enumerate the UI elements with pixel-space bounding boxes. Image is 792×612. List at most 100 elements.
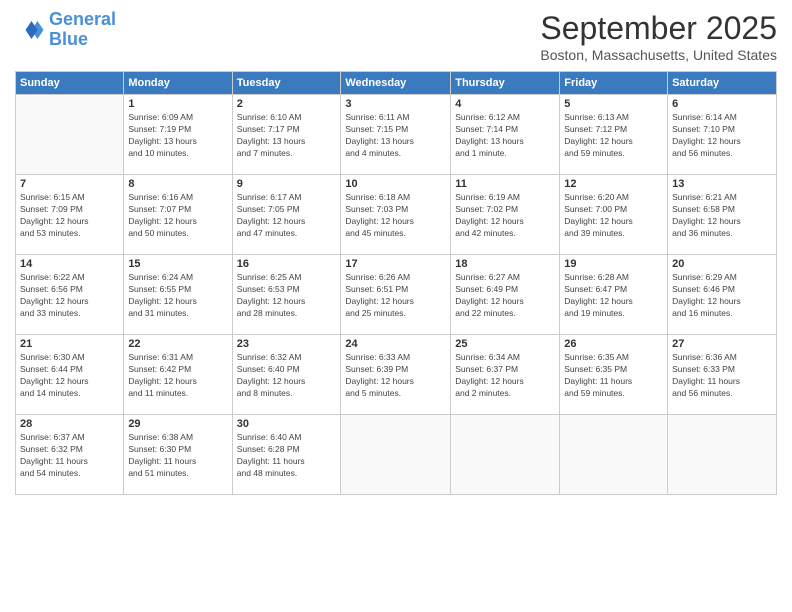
day-detail: Sunrise: 6:33 AM Sunset: 6:39 PM Dayligh… (345, 352, 446, 400)
day-number: 12 (564, 178, 663, 190)
day-detail: Sunrise: 6:12 AM Sunset: 7:14 PM Dayligh… (455, 112, 555, 160)
day-number: 5 (564, 98, 663, 110)
title-block: September 2025 Boston, Massachusetts, Un… (540, 10, 777, 63)
day-cell: 14 Sunrise: 6:22 AM Sunset: 6:56 PM Dayli… (16, 255, 124, 335)
day-detail: Sunrise: 6:17 AM Sunset: 7:05 PM Dayligh… (237, 192, 337, 240)
day-cell (668, 415, 777, 495)
day-number: 6 (672, 98, 772, 110)
day-detail: Sunrise: 6:11 AM Sunset: 7:15 PM Dayligh… (345, 112, 446, 160)
week-row-3: 14 Sunrise: 6:22 AM Sunset: 6:56 PM Dayli… (16, 255, 777, 335)
day-detail: Sunrise: 6:21 AM Sunset: 6:58 PM Dayligh… (672, 192, 772, 240)
week-row-4: 21 Sunrise: 6:30 AM Sunset: 6:44 PM Dayli… (16, 335, 777, 415)
day-detail: Sunrise: 6:18 AM Sunset: 7:03 PM Dayligh… (345, 192, 446, 240)
day-cell: 5 Sunrise: 6:13 AM Sunset: 7:12 PM Daylig… (560, 95, 668, 175)
day-cell: 10Sunrise: 6:18 AM Sunset: 7:03 PM Dayli… (341, 175, 451, 255)
day-detail: Sunrise: 6:38 AM Sunset: 6:30 PM Dayligh… (128, 432, 227, 480)
day-detail: Sunrise: 6:28 AM Sunset: 6:47 PM Dayligh… (564, 272, 663, 320)
day-cell: 26Sunrise: 6:35 AM Sunset: 6:35 PM Dayli… (560, 335, 668, 415)
day-cell (16, 95, 124, 175)
day-number: 20 (672, 258, 772, 270)
day-number: 24 (345, 338, 446, 350)
day-detail: Sunrise: 6:34 AM Sunset: 6:37 PM Dayligh… (455, 352, 555, 400)
day-cell: 12 Sunrise: 6:20 AM Sunset: 7:00 PM Dayli… (560, 175, 668, 255)
day-number: 16 (237, 258, 337, 270)
day-cell (560, 415, 668, 495)
day-detail: Sunrise: 6:31 AM Sunset: 6:42 PM Dayligh… (128, 352, 227, 400)
day-cell: 18Sunrise: 6:27 AM Sunset: 6:49 PM Dayli… (451, 255, 560, 335)
day-number: 21 (20, 338, 119, 350)
logo: General Blue (15, 10, 116, 50)
day-cell: 2 Sunrise: 6:10 AM Sunset: 7:17 PM Daylig… (232, 95, 341, 175)
day-number: 22 (128, 338, 227, 350)
day-number: 9 (237, 178, 337, 190)
day-detail: Sunrise: 6:19 AM Sunset: 7:02 PM Dayligh… (455, 192, 555, 240)
day-cell: 11 Sunrise: 6:19 AM Sunset: 7:02 PM Dayli… (451, 175, 560, 255)
day-number: 15 (128, 258, 227, 270)
column-header-wednesday: Wednesday (341, 72, 451, 95)
day-cell: 24 Sunrise: 6:33 AM Sunset: 6:39 PM Dayli… (341, 335, 451, 415)
week-row-1: 1Sunrise: 6:09 AM Sunset: 7:19 PM Daylig… (16, 95, 777, 175)
day-cell: 25 Sunrise: 6:34 AM Sunset: 6:37 PM Dayli… (451, 335, 560, 415)
day-detail: Sunrise: 6:20 AM Sunset: 7:00 PM Dayligh… (564, 192, 663, 240)
subtitle: Boston, Massachusetts, United States (540, 47, 777, 63)
day-cell: 13 Sunrise: 6:21 AM Sunset: 6:58 PM Dayli… (668, 175, 777, 255)
page: General Blue September 2025 Boston, Mass… (0, 0, 792, 612)
day-cell: 28 Sunrise: 6:37 AM Sunset: 6:32 PM Dayli… (16, 415, 124, 495)
day-detail: Sunrise: 6:15 AM Sunset: 7:09 PM Dayligh… (20, 192, 119, 240)
day-cell: 17Sunrise: 6:26 AM Sunset: 6:51 PM Dayli… (341, 255, 451, 335)
day-detail: Sunrise: 6:37 AM Sunset: 6:32 PM Dayligh… (20, 432, 119, 480)
day-cell: 1Sunrise: 6:09 AM Sunset: 7:19 PM Daylig… (124, 95, 232, 175)
day-number: 28 (20, 418, 119, 430)
day-detail: Sunrise: 6:29 AM Sunset: 6:46 PM Dayligh… (672, 272, 772, 320)
day-cell (341, 415, 451, 495)
calendar-table: SundayMondayTuesdayWednesdayThursdayFrid… (15, 71, 777, 495)
day-cell: 19 Sunrise: 6:28 AM Sunset: 6:47 PM Dayli… (560, 255, 668, 335)
day-number: 18 (455, 258, 555, 270)
day-cell (451, 415, 560, 495)
day-cell: 20 Sunrise: 6:29 AM Sunset: 6:46 PM Dayli… (668, 255, 777, 335)
day-number: 27 (672, 338, 772, 350)
day-number: 29 (128, 418, 227, 430)
day-cell: 9 Sunrise: 6:17 AM Sunset: 7:05 PM Daylig… (232, 175, 341, 255)
day-detail: Sunrise: 6:36 AM Sunset: 6:33 PM Dayligh… (672, 352, 772, 400)
column-header-thursday: Thursday (451, 72, 560, 95)
day-number: 30 (237, 418, 337, 430)
logo-line2: Blue (49, 30, 116, 50)
day-number: 25 (455, 338, 555, 350)
day-detail: Sunrise: 6:32 AM Sunset: 6:40 PM Dayligh… (237, 352, 337, 400)
day-cell: 15Sunrise: 6:24 AM Sunset: 6:55 PM Dayli… (124, 255, 232, 335)
day-detail: Sunrise: 6:26 AM Sunset: 6:51 PM Dayligh… (345, 272, 446, 320)
header: General Blue September 2025 Boston, Mass… (15, 10, 777, 63)
column-header-tuesday: Tuesday (232, 72, 341, 95)
week-row-5: 28 Sunrise: 6:37 AM Sunset: 6:32 PM Dayli… (16, 415, 777, 495)
day-number: 19 (564, 258, 663, 270)
day-number: 26 (564, 338, 663, 350)
day-number: 11 (455, 178, 555, 190)
logo-icon (15, 15, 45, 45)
day-detail: Sunrise: 6:13 AM Sunset: 7:12 PM Dayligh… (564, 112, 663, 160)
day-cell: 8Sunrise: 6:16 AM Sunset: 7:07 PM Daylig… (124, 175, 232, 255)
column-header-sunday: Sunday (16, 72, 124, 95)
day-cell: 29 Sunrise: 6:38 AM Sunset: 6:30 PM Dayli… (124, 415, 232, 495)
day-cell: 16Sunrise: 6:25 AM Sunset: 6:53 PM Dayli… (232, 255, 341, 335)
logo-text: General Blue (49, 10, 116, 50)
day-detail: Sunrise: 6:40 AM Sunset: 6:28 PM Dayligh… (237, 432, 337, 480)
day-cell: 7Sunrise: 6:15 AM Sunset: 7:09 PM Daylig… (16, 175, 124, 255)
day-number: 13 (672, 178, 772, 190)
day-detail: Sunrise: 6:30 AM Sunset: 6:44 PM Dayligh… (20, 352, 119, 400)
column-header-monday: Monday (124, 72, 232, 95)
day-number: 4 (455, 98, 555, 110)
day-cell: 30 Sunrise: 6:40 AM Sunset: 6:28 PM Dayli… (232, 415, 341, 495)
day-detail: Sunrise: 6:10 AM Sunset: 7:17 PM Dayligh… (237, 112, 337, 160)
day-number: 2 (237, 98, 337, 110)
day-number: 14 (20, 258, 119, 270)
day-cell: 23Sunrise: 6:32 AM Sunset: 6:40 PM Dayli… (232, 335, 341, 415)
day-number: 1 (128, 98, 227, 110)
header-row: SundayMondayTuesdayWednesdayThursdayFrid… (16, 72, 777, 95)
day-detail: Sunrise: 6:22 AM Sunset: 6:56 PM Dayligh… (20, 272, 119, 320)
day-cell: 22 Sunrise: 6:31 AM Sunset: 6:42 PM Dayli… (124, 335, 232, 415)
column-header-friday: Friday (560, 72, 668, 95)
day-number: 8 (128, 178, 227, 190)
day-cell: 6Sunrise: 6:14 AM Sunset: 7:10 PM Daylig… (668, 95, 777, 175)
day-cell: 21 Sunrise: 6:30 AM Sunset: 6:44 PM Dayli… (16, 335, 124, 415)
